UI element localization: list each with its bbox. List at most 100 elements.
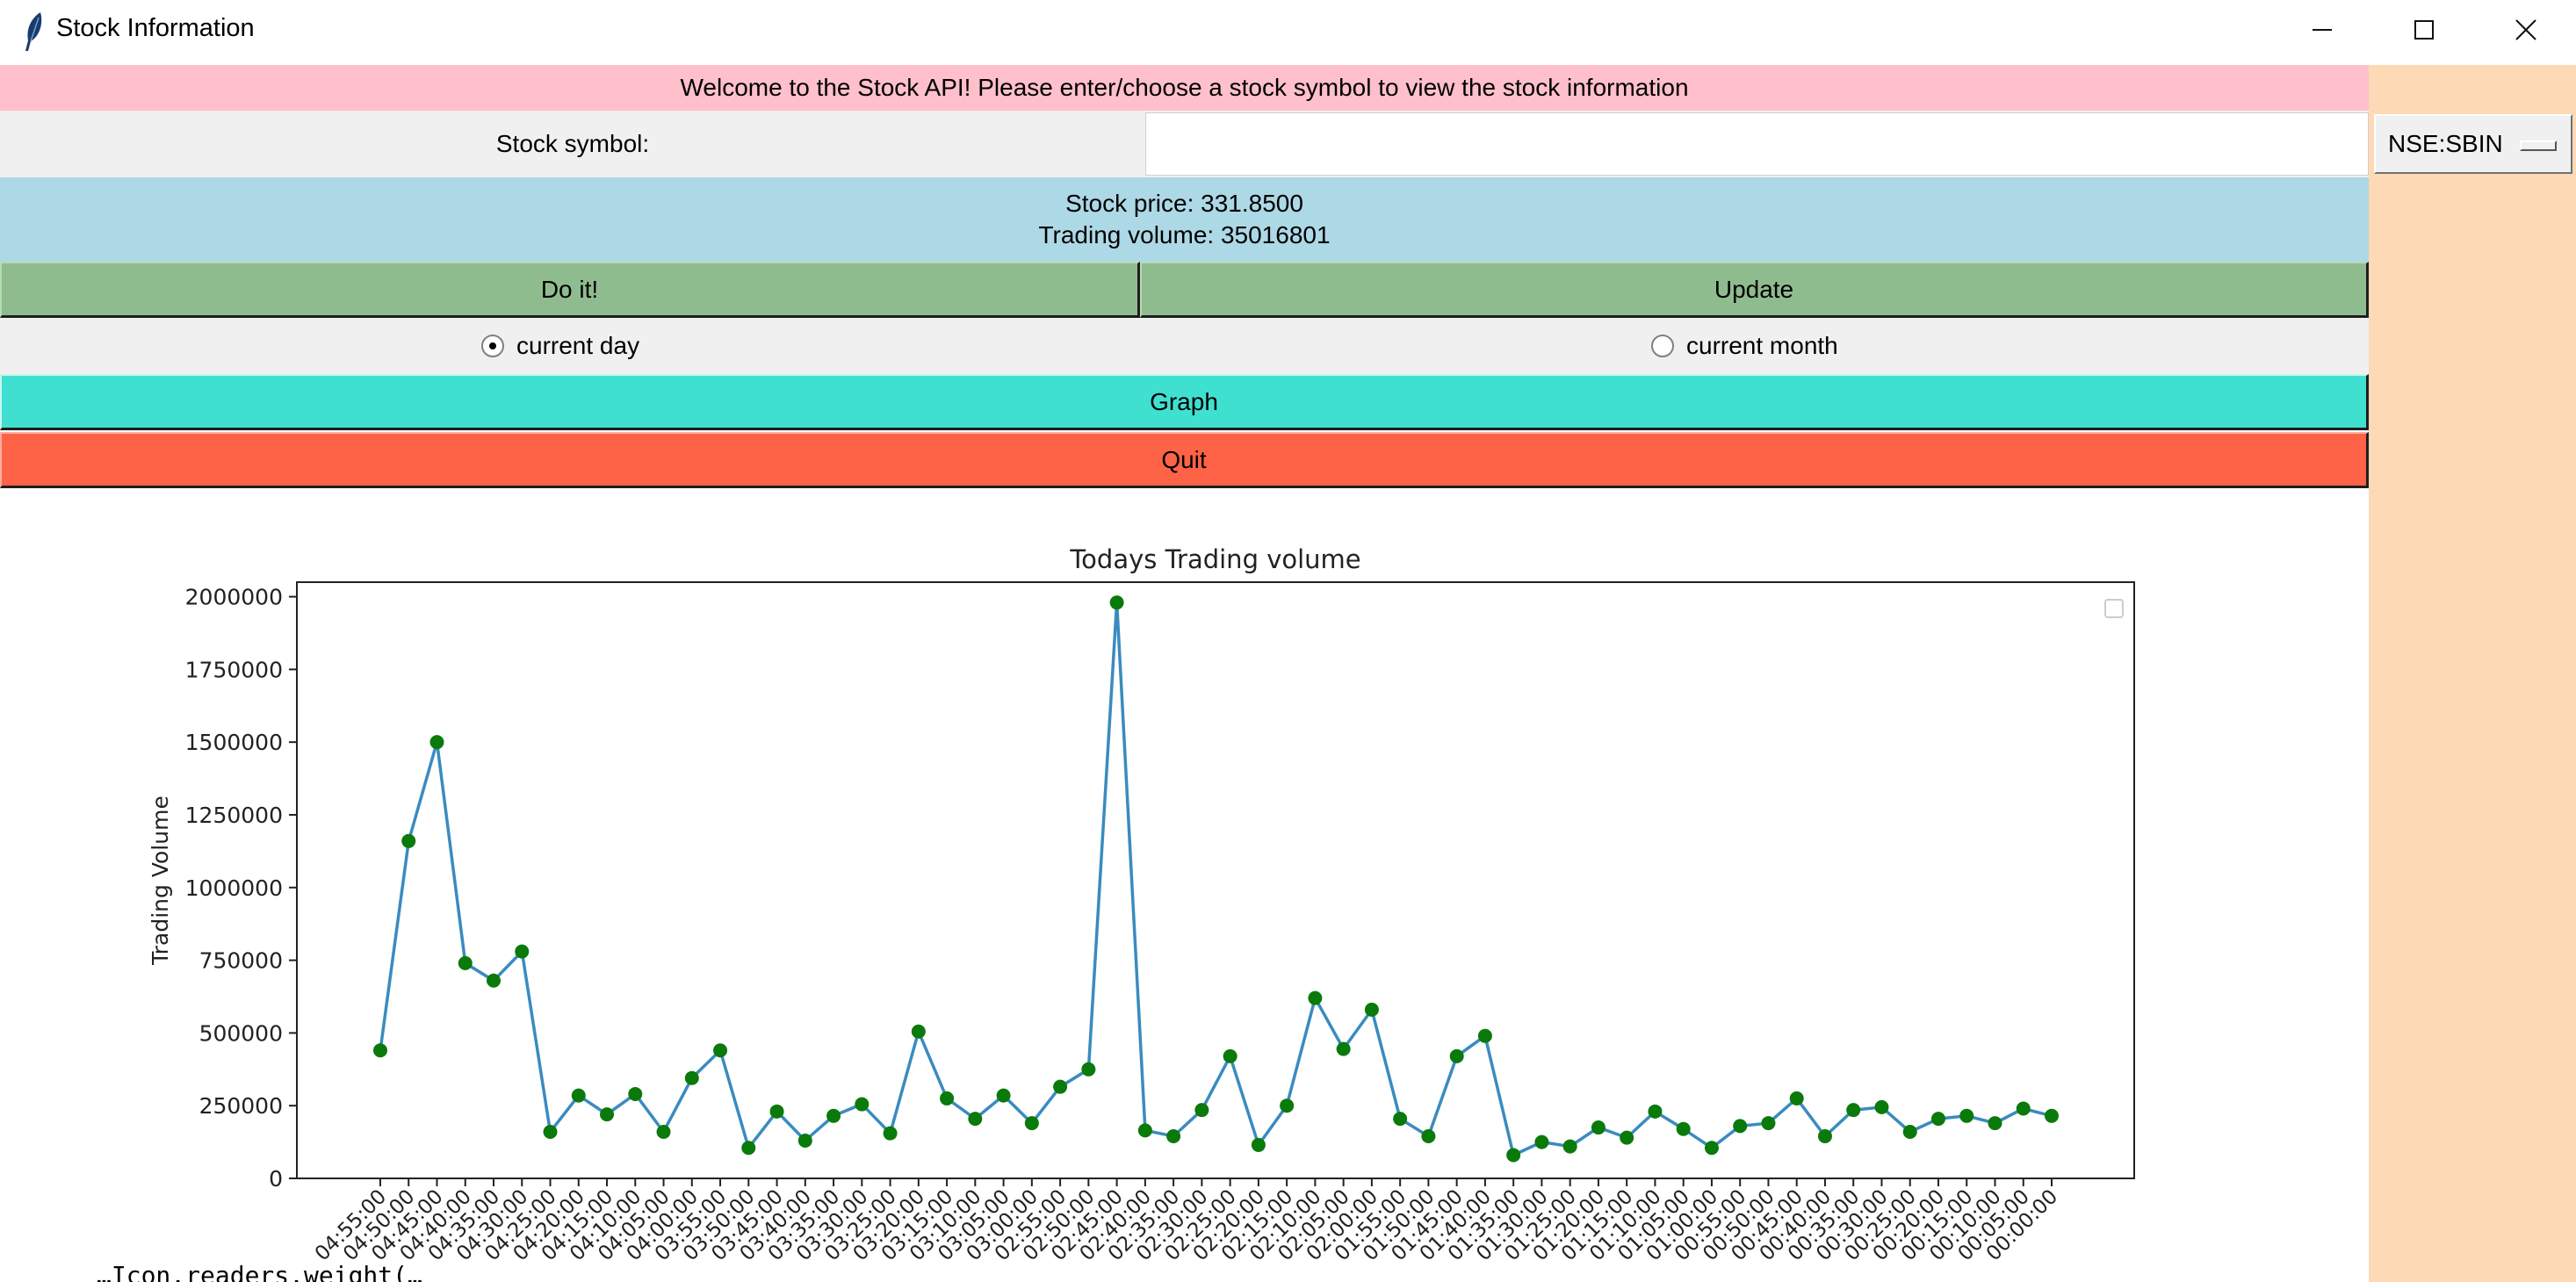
volume-data-point [2016,1101,2031,1116]
welcome-banner: Welcome to the Stock API! Please enter/c… [0,65,2369,111]
volume-data-point [883,1126,898,1141]
stock-info-panel: Stock price: 331.8500 Trading volume: 35… [0,177,2369,262]
volume-data-point [1166,1128,1181,1143]
volume-data-point [487,973,501,988]
volume-data-point [458,955,473,970]
volume-data-point [543,1125,558,1140]
volume-data-point [1648,1104,1663,1119]
volume-data-point [1053,1079,1068,1094]
volume-data-point [600,1107,615,1122]
y-tick-label: 750000 [199,948,283,974]
graph-button[interactable]: Graph [0,374,2369,430]
volume-data-point [1930,1112,1945,1127]
volume-data-point [1194,1103,1209,1118]
volume-data-point [1789,1091,1804,1106]
current-day-label: current day [516,332,640,359]
trading-volume-text: Trading volume: 35016801 [1038,221,1331,248]
bottom-partial-text: …Icon.readers.weight(… [97,1261,422,1282]
maximize-button[interactable] [2373,0,2475,60]
volume-data-point [1846,1103,1861,1118]
stock-symbol-dropdown[interactable]: NSE:SBIN [2374,114,2572,174]
volume-data-point [741,1141,756,1156]
volume-data-point [1704,1141,1719,1156]
quit-button[interactable]: Quit [0,432,2369,488]
volume-data-point [1733,1119,1748,1134]
volume-data-point [1534,1134,1549,1149]
volume-data-point [1902,1125,1917,1140]
volume-data-point [1620,1130,1634,1145]
dropdown-selected-value: NSE:SBIN [2388,130,2503,157]
legend-box [2104,599,2124,618]
volume-data-point [1676,1121,1691,1136]
volume-data-point [1761,1116,1776,1131]
volume-data-point [1421,1128,1436,1143]
volume-data-point [968,1112,983,1127]
volume-data-point [1364,1002,1379,1017]
volume-data-point [1874,1099,1889,1114]
volume-data-point [769,1104,784,1119]
minimize-icon [2313,29,2332,31]
y-tick-label: 1750000 [185,657,283,682]
volume-data-point [1591,1120,1605,1135]
minimize-button[interactable] [2271,0,2373,60]
update-button[interactable]: Update [1140,262,2369,318]
volume-data-point [1393,1112,1408,1127]
chart-area: Todays Trading volume Trading Volume 0 2500… [0,490,2369,1282]
welcome-text: Welcome to the Stock API! Please enter/c… [680,74,1689,101]
close-button[interactable] [2475,0,2576,60]
window-title: Stock Information [56,14,255,42]
volume-data-point [911,1024,926,1039]
action-buttons-row: Do it! Update [0,262,2369,318]
volume-data-point [1280,1098,1295,1113]
volume-data-point [797,1133,812,1148]
radio-unchecked-icon[interactable] [1651,335,1674,357]
volume-data-point [1137,1123,1152,1138]
volume-data-point [1251,1137,1266,1152]
volume-data-point [373,1043,387,1058]
volume-data-point [940,1091,955,1106]
volume-data-point [2045,1108,2059,1123]
chart-title: Todays Trading volume [1069,544,1360,574]
y-tick-label: 250000 [199,1093,283,1119]
volume-data-point [1988,1116,2002,1131]
volume-data-point [628,1086,643,1101]
volume-data-point [1336,1041,1351,1056]
title-bar: Stock Information [0,0,2576,63]
current-month-label: current month [1686,332,1838,359]
do-it-button[interactable]: Do it! [0,262,1140,318]
volume-data-point [515,944,530,959]
volume-data-point [684,1070,699,1085]
volume-data-point [401,833,416,848]
y-axis-label: Trading Volume [148,796,173,966]
side-panel [2369,65,2576,1282]
current-month-radio[interactable]: current month [1651,318,1838,374]
y-tick-label: 1250000 [185,803,283,828]
volume-data-point [855,1097,869,1112]
stock-price-text: Stock price: 331.8500 [1065,190,1303,217]
stock-symbol-input[interactable] [1145,112,2369,176]
volume-data-point [571,1088,586,1103]
symbol-row: Stock symbol: [0,111,2369,177]
volume-data-point [1081,1062,1096,1077]
current-day-radio[interactable]: current day [481,318,639,374]
volume-data-point [1959,1108,1974,1123]
maximize-icon [2414,20,2434,40]
volume-data-point [1223,1048,1237,1063]
volume-data-point [826,1108,841,1123]
stock-symbol-label: Stock symbol: [495,130,650,157]
feather-icon [23,11,46,53]
volume-data-point [429,735,444,750]
y-tick-label: 500000 [199,1020,283,1046]
close-icon [2515,19,2536,40]
dropdown-indicator-icon[interactable] [2520,140,2557,151]
volume-data-point [1562,1139,1577,1154]
volume-data-point [1308,990,1323,1005]
volume-data-point [1817,1128,1832,1143]
trading-volume-chart: Todays Trading volume Trading Volume 0 2500… [148,544,2135,1265]
volume-data-point [713,1043,728,1058]
volume-data-point [1506,1148,1521,1163]
y-tick-label: 1000000 [185,875,283,901]
radio-checked-icon[interactable] [481,335,504,357]
y-tick-label: 2000000 [185,585,283,610]
plot-frame [296,581,2135,1179]
